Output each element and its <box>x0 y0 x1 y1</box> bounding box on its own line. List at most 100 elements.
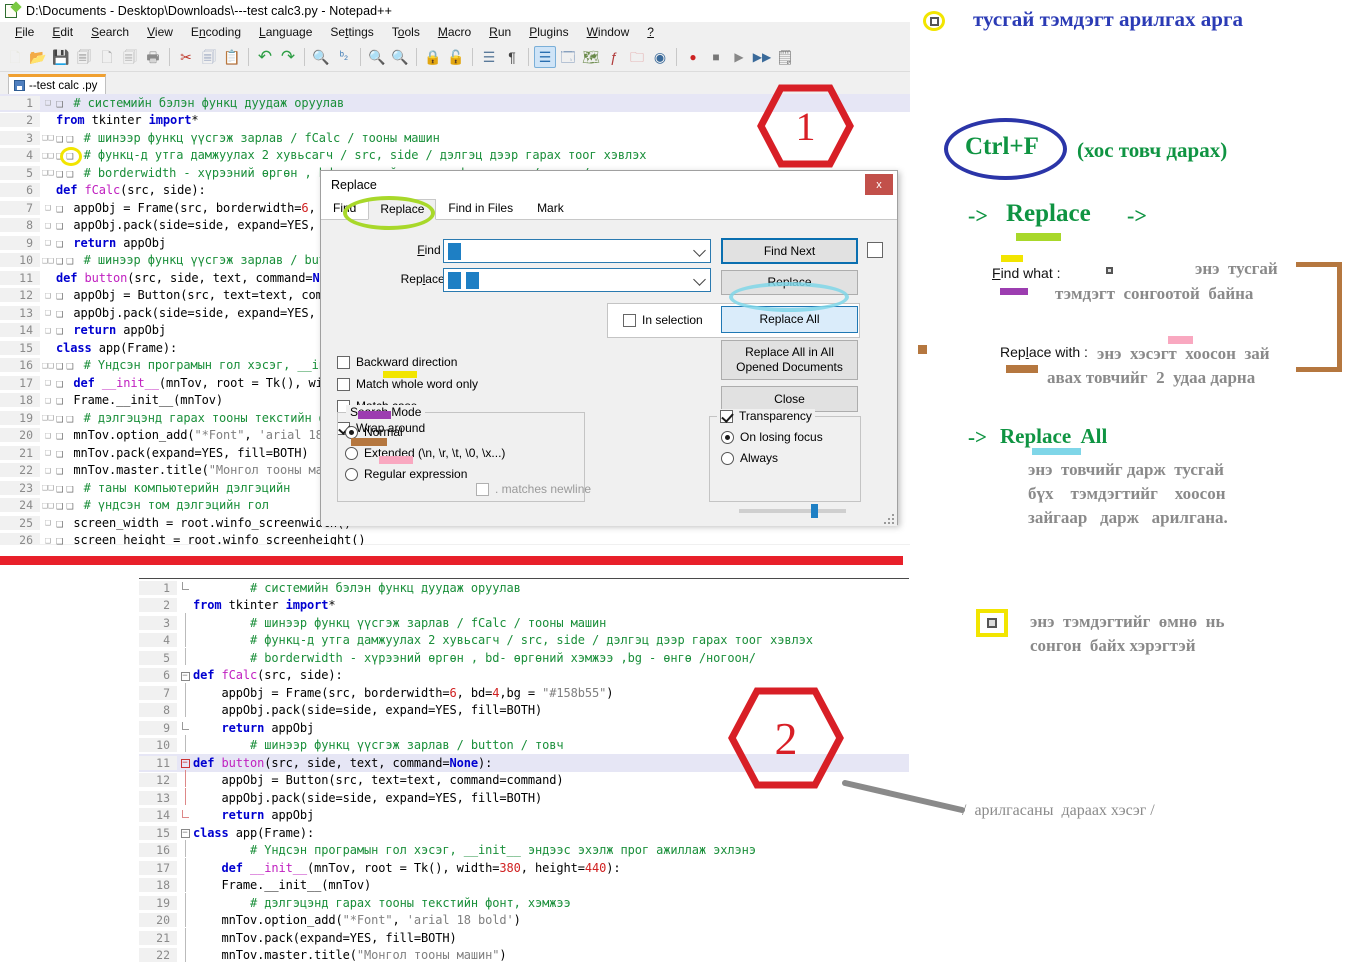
fold-marker[interactable] <box>177 945 193 965</box>
option-row-match-whole-word-only[interactable]: Match whole word only <box>337 377 478 391</box>
fold-marker[interactable] <box>177 735 193 755</box>
replace-with-input[interactable] <box>443 268 711 292</box>
fold-marker[interactable]: ❑ <box>40 517 56 528</box>
transparency-row[interactable]: Transparency <box>717 409 815 423</box>
code-line[interactable]: 21 mnTov.pack(expand=YES, fill=BOTH) <box>139 927 909 947</box>
search-mode-extended[interactable]: Extended (\n, \r, \t, \0, \x...) <box>345 446 505 460</box>
new-file-icon[interactable]: 🗋 <box>4 46 26 68</box>
code-line[interactable]: 17 def __init__(mnTov, root = Tk(), widt… <box>139 857 909 877</box>
radio[interactable] <box>345 425 358 439</box>
menu-item-file[interactable]: File <box>6 23 43 41</box>
replace-dialog[interactable]: Replace x Find Replace Find in Files Mark F… <box>320 170 898 526</box>
menu-item-settings[interactable]: Settings <box>321 23 382 41</box>
radio[interactable] <box>345 446 358 460</box>
fold-marker[interactable]: ❑❑ <box>40 500 56 511</box>
replace-icon[interactable]: ᵇ₂ <box>333 46 355 68</box>
fold-marker[interactable]: − <box>177 670 193 681</box>
copy-icon[interactable]: 🗐 <box>198 46 220 68</box>
function-list-icon[interactable]: ƒ <box>603 46 625 68</box>
fold-marker[interactable]: ❑❑ <box>40 412 56 423</box>
close-icon[interactable]: x <box>865 174 893 195</box>
cut-icon[interactable]: ✂ <box>175 46 197 68</box>
redo-icon[interactable]: ↷ <box>277 46 299 68</box>
chevron-down-icon[interactable] <box>693 244 706 257</box>
replace-all-in-all-opened-button[interactable]: Replace All in All Opened Documents <box>721 340 858 380</box>
fold-marker[interactable]: ❑ <box>40 290 56 301</box>
fold-marker[interactable]: ❑ <box>40 307 56 318</box>
code-line[interactable]: 14 return appObj <box>139 807 909 825</box>
fold-marker[interactable]: − <box>177 757 193 769</box>
fold-marker[interactable] <box>177 787 193 808</box>
menu-item-encoding[interactable]: Encoding <box>182 23 250 41</box>
menu-item-search[interactable]: Search <box>82 23 138 41</box>
fold-marker[interactable] <box>177 582 193 593</box>
save-macro-icon[interactable]: 🗒 <box>774 46 796 68</box>
code-line[interactable]: 6− def fCalc(src, side): <box>139 667 909 685</box>
fold-marker[interactable]: ❑ <box>40 220 56 231</box>
option-row-backward-direction[interactable]: Backward direction <box>337 355 457 369</box>
fold-marker[interactable]: ❑ <box>40 447 56 458</box>
menu-item-run[interactable]: Run <box>480 23 520 41</box>
code-line[interactable]: 13 appObj.pack(side=side, expand=YES, fi… <box>139 787 909 808</box>
matches-newline-row[interactable]: . matches newline <box>476 482 591 496</box>
transparency-slider[interactable] <box>739 504 846 518</box>
udl-dialog-icon[interactable]: 🗔 <box>557 46 579 68</box>
close-file-icon[interactable]: 🗋 <box>96 46 118 68</box>
dialog-tab-mark[interactable]: Mark <box>525 198 576 219</box>
sync-horizontal-icon[interactable]: 🔓 <box>445 46 467 68</box>
tab-test-calc-py[interactable]: --test calc .py <box>8 74 107 94</box>
search-mode-regular[interactable]: Regular expression <box>345 467 467 481</box>
fold-marker[interactable]: ❑❑ <box>40 150 56 161</box>
slider-thumb[interactable] <box>811 504 818 518</box>
fold-marker[interactable]: ❑ <box>40 377 56 388</box>
record-macro-icon[interactable]: ● <box>682 46 704 68</box>
code-line[interactable]: 2 from tkinter import* <box>139 597 909 615</box>
fold-marker[interactable]: ❑❑ <box>40 255 56 266</box>
play-macro-multi-icon[interactable]: ▶▶ <box>751 46 773 68</box>
stop-macro-icon[interactable]: ■ <box>705 46 727 68</box>
checkbox[interactable] <box>337 377 350 391</box>
fold-marker[interactable] <box>177 809 193 821</box>
fold-marker[interactable]: ❑❑ <box>40 360 56 371</box>
fold-marker[interactable] <box>177 722 193 733</box>
save-all-icon[interactable]: 🗐 <box>73 46 95 68</box>
in-selection-checkbox[interactable] <box>623 313 636 327</box>
code-line[interactable]: 3 # шинээр функц үүсгэж зарлав / fCalc /… <box>139 612 909 632</box>
transparency-always[interactable]: Always <box>721 451 778 465</box>
menu-item-plugins[interactable]: Plugins <box>520 23 577 41</box>
fold-marker[interactable]: ❑❑ <box>40 132 56 143</box>
fold-marker[interactable]: ❑❑ <box>40 482 56 493</box>
close-all-icon[interactable]: 🗐 <box>119 46 141 68</box>
code-line[interactable]: 19 # дэлгэцэнд гарах тооны текстийн фонт… <box>139 892 909 912</box>
resize-grip[interactable] <box>884 514 894 524</box>
monitor-icon[interactable]: ◉ <box>649 46 671 68</box>
undo-icon[interactable]: ↶ <box>254 46 276 68</box>
transparency-checkbox[interactable] <box>720 409 733 423</box>
menu-item-view[interactable]: View <box>138 23 182 41</box>
code-line[interactable]: 16 # Үндсэн програмын гол хэсэг, __init_… <box>139 840 909 860</box>
code-line[interactable]: 15− class app(Frame): <box>139 824 909 842</box>
checkbox[interactable] <box>337 355 350 369</box>
print-icon[interactable]: 🖶 <box>142 46 164 68</box>
show-all-chars-icon[interactable]: ¶ <box>501 46 523 68</box>
find-next-button[interactable]: Find Next <box>721 238 858 264</box>
transparency-on-losing-focus[interactable]: On losing focus <box>721 430 823 444</box>
menu-item-tools[interactable]: Tools <box>383 23 429 41</box>
open-file-icon[interactable]: 📂 <box>27 46 49 68</box>
fold-marker[interactable] <box>177 647 193 668</box>
menu-item-language[interactable]: Language <box>250 23 321 41</box>
doc-map-icon[interactable]: 🗺 <box>580 46 602 68</box>
fold-marker[interactable]: − <box>177 827 193 839</box>
matches-newline-checkbox[interactable] <box>476 482 489 496</box>
zoom-in-icon[interactable]: 🔍 <box>366 46 388 68</box>
fold-marker[interactable]: ❑ <box>40 535 56 545</box>
paste-icon[interactable]: 📋 <box>221 46 243 68</box>
radio[interactable] <box>345 467 358 481</box>
folder-workspace-icon[interactable]: 🗀 <box>626 46 648 68</box>
fold-marker[interactable]: ❑ <box>40 325 56 336</box>
play-macro-icon[interactable]: ▶ <box>728 46 750 68</box>
radio[interactable] <box>721 430 734 444</box>
code-line[interactable]: 18 Frame.__init__(mnTov) <box>139 875 909 895</box>
fold-marker[interactable] <box>177 700 193 720</box>
code-line[interactable]: 1 # системийн бэлэн функц дуудаж оруулав <box>139 579 909 597</box>
